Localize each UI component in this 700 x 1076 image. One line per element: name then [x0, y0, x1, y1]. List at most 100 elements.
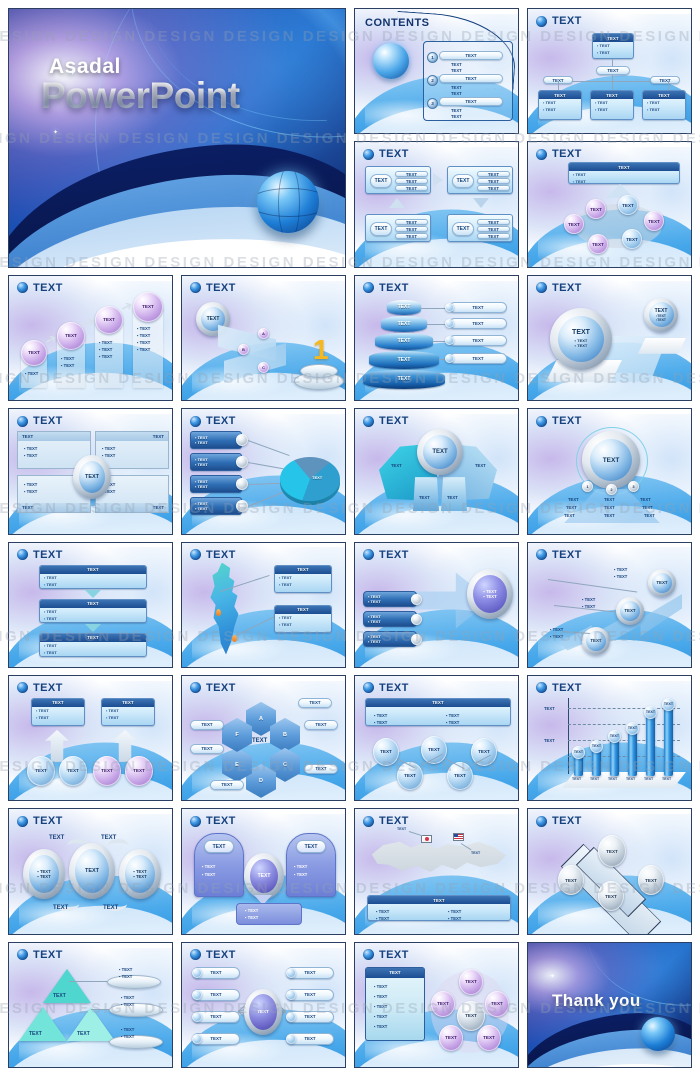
slide-hub-spokes[interactable]: TEXT TEXT TEXT TEXT TEXT TEXT TEXT TEXT …	[181, 941, 346, 1068]
slide-thank-you[interactable]: ✦ Thank you	[527, 941, 692, 1068]
cone-tier[interactable]: TEXT	[387, 299, 421, 315]
hex-label[interactable]: TEXT	[210, 779, 244, 790]
fan-segment-bottom-right[interactable]	[441, 477, 467, 512]
cone-callout[interactable]: TEXT	[449, 317, 507, 329]
quadrant-box[interactable]: TEXT TEXT TEXT TEXT	[447, 166, 513, 195]
slide-diamond-grid[interactable]: TEXT TEXT TEXT TEXT TEXT	[527, 808, 692, 935]
hex-label[interactable]: TEXT	[298, 697, 332, 708]
bottom-box[interactable]: ▪ TEXT ▪ TEXT	[236, 903, 302, 926]
hex-label[interactable]: TEXT	[190, 719, 224, 730]
diag-node[interactable]: TEXT	[616, 596, 644, 625]
slide-four-quadrant[interactable]: TEXT TEXT TEXT TEXT TEXT TEXT TEXT TEXT …	[354, 141, 519, 268]
quadrant-box[interactable]: TEXT TEXT TEXT TEXT	[365, 166, 431, 195]
upper-box[interactable]: TEXT TEXT TEXT	[31, 697, 85, 726]
list-row[interactable]: ▪ TEXT ▪ TEXT	[363, 610, 417, 627]
hex-label[interactable]: TEXT	[304, 719, 338, 730]
center-ring[interactable]: TEXT	[73, 455, 111, 500]
step-node[interactable]: TEXT	[57, 321, 85, 350]
org-node[interactable]: TEXT	[596, 66, 630, 75]
base-orb[interactable]: TEXT	[125, 755, 153, 786]
slide-stacked-cone[interactable]: TEXT TEXT TEXT TEXT TEXT TEXT TEXT TEXT …	[354, 274, 519, 402]
cone-tier[interactable]: TEXT	[375, 332, 433, 350]
slide-quad-boxes[interactable]: TEXT TEXT ▪ TEXT ▪ TEXT TEXT ▪ TEXT ▪ TE…	[8, 408, 173, 535]
slide-two-up-orbs[interactable]: TEXT TEXT TEXT TEXT TEXT TEXT TEXT TEXT …	[8, 674, 173, 802]
slide-three-rings[interactable]: TEXT TEXT TEXT ▪ TEXT ▪ TEXT TEXT ▪ TEXT ▪…	[8, 808, 173, 935]
slide-ring-columns[interactable]: TEXT TEXT 1 2 3 TEXT TEXT TEXT TEXT TEXT…	[527, 408, 692, 535]
pyramid-left[interactable]	[19, 1006, 67, 1041]
cone-tier[interactable]: TEXT	[369, 350, 439, 369]
base-orb[interactable]: TEXT	[93, 755, 121, 786]
disc-callout[interactable]	[107, 974, 161, 989]
map-callout-box[interactable]: TEXT TEXT TEXT	[274, 564, 332, 593]
slide-fan-segments[interactable]: TEXT TEXT TEXT TEXT TEXT TEXT	[354, 408, 519, 535]
pyramid-top[interactable]	[43, 968, 91, 1003]
contents-item-3[interactable]: TEXT	[439, 97, 503, 106]
step-badge[interactable]: 3	[628, 481, 639, 493]
banner-box[interactable]: TEXT ▪ TEXT ▪ TEXT ▪ TEXT ▪ TEXT	[365, 697, 511, 726]
base-orb[interactable]: TEXT	[59, 755, 87, 786]
petal-node[interactable]: TEXT	[485, 990, 509, 1017]
diag-node[interactable]: TEXT	[582, 626, 610, 655]
slide-orbit-circle[interactable]: TEXT TEXT TEXT TEXT TEXT TEXT TEXT TEXT …	[527, 141, 692, 268]
cone-tier[interactable]: TEXT	[363, 369, 445, 389]
result-ring[interactable]: ▪ TEXT ▪ TEXT	[467, 568, 513, 619]
contents-item-1[interactable]: TEXT	[439, 51, 503, 60]
slide-pyramid-discs[interactable]: TEXT TEXT TEXT TEXT ▪ TEXT ▪ TEXT ▪ TEXT…	[8, 941, 173, 1068]
pie-legend-row[interactable]: ▪ TEXT ▪ TEXT	[190, 453, 242, 472]
slide-stack-flow[interactable]: TEXT TEXT TEXT TEXT TEXT TEXT TEXT TEXT …	[8, 541, 173, 668]
quadrant-box[interactable]: TEXT TEXT TEXT TEXT	[365, 214, 431, 243]
node-orb[interactable]: TEXT	[421, 735, 447, 764]
petal-center[interactable]: TEXT	[457, 1000, 485, 1031]
slide-step-stairs[interactable]: TEXT TEXT ▪ TEXT TEXT ▪ TEXT ▪ TEXT TEXT…	[8, 274, 173, 402]
center-node[interactable]: TEXT	[244, 853, 284, 900]
slide-two-panels[interactable]: TEXT TEXT ▪ TEXT ▪ TEXT TEXT ▪ TEXT ▪ TE…	[181, 808, 346, 935]
ring-right[interactable]: ▪ TEXT ▪ TEXT	[119, 849, 161, 900]
podium-small-ring[interactable]: TEXT ▪TEXT ▪TEXT	[644, 297, 678, 332]
upper-box[interactable]: TEXT TEXT TEXT	[101, 697, 155, 726]
slide-org-chart[interactable]: TEXT TEXT TEXT TEXT TEXT TEXT TEXT TEXT …	[527, 8, 692, 135]
cone-callout[interactable]: TEXT	[449, 301, 507, 313]
fan-center-ring[interactable]: TEXT	[417, 429, 463, 476]
diamond-node-left[interactable]: TEXT	[558, 865, 584, 896]
petal-node[interactable]: TEXT	[459, 968, 483, 995]
list-row[interactable]: ▪ TEXT ▪ TEXT	[363, 630, 417, 647]
disc-callout[interactable]	[109, 1002, 163, 1017]
slide-banner-nodes[interactable]: TEXT TEXT ▪ TEXT ▪ TEXT ▪ TEXT ▪ TEXT TE…	[354, 674, 519, 802]
list-panel[interactable]: TEXT ▪ TEXT ▪ TEXT ▪ TEXT ▪ TEXT ▪ TEXT	[365, 966, 425, 1041]
slide-title[interactable]: ✦ ✦ Asadal PowerPoint	[8, 8, 346, 268]
hex-label[interactable]: TEXT	[190, 743, 224, 754]
slide-bar-chart[interactable]: TEXT TEXT TEXT TEXT TEXT TEXT TEXT TEXT …	[527, 674, 692, 802]
diamond-node-top[interactable]: TEXT	[598, 835, 626, 868]
org-leaf-box[interactable]: TEXT TEXT TEXT	[538, 90, 582, 120]
pie-legend-row[interactable]: ▪ TEXT ▪ TEXT	[190, 475, 242, 494]
diamond-node-right[interactable]: TEXT	[638, 865, 664, 896]
ring-center[interactable]: TEXT	[69, 843, 115, 900]
node-orb[interactable]: TEXT	[373, 737, 399, 766]
podium-main-ring[interactable]: TEXT ▪ TEXT ▪ TEXT	[550, 307, 612, 370]
slide-hex-cluster[interactable]: TEXT A B C D E F TEXT TEXT TEXT TEXT TEX…	[181, 674, 346, 802]
flow-box[interactable]: TEXT TEXT TEXT	[39, 598, 147, 623]
path-node-a[interactable]: A	[258, 327, 269, 339]
world-info-box[interactable]: TEXT ▪ TEXT ▪ TEXT ▪ TEXT ▪ TEXT	[367, 895, 511, 922]
org-root-box[interactable]: TEXT TEXT TEXT	[592, 33, 634, 59]
fan-segment-bottom-left[interactable]	[413, 477, 439, 512]
list-row[interactable]: ▪ TEXT ▪ TEXT	[363, 590, 417, 607]
pie-legend-row[interactable]: ▪ TEXT ▪ TEXT	[190, 497, 242, 516]
step-node[interactable]: TEXT	[95, 305, 123, 334]
slide-zigzag-path[interactable]: TEXT TEXT A B C 1	[181, 274, 346, 402]
cone-callout[interactable]: TEXT	[449, 334, 507, 346]
petal-node[interactable]: TEXT	[477, 1024, 501, 1051]
quadrant-box[interactable]: TEXT TEXT TEXT TEXT	[447, 214, 513, 243]
summary-box[interactable]: TEXT TEXT TEXT	[568, 162, 680, 185]
flow-box[interactable]: TEXT TEXT TEXT	[39, 632, 147, 657]
hub-center[interactable]: TEXT	[244, 988, 282, 1035]
panel-left[interactable]: TEXT ▪ TEXT ▪ TEXT	[194, 833, 244, 898]
slide-ring-podium[interactable]: TEXT TEXT ▪ TEXT ▪ TEXT TEXT ▪TEXT ▪TEXT	[527, 274, 692, 402]
flag-us-icon[interactable]	[453, 833, 464, 842]
cone-tier[interactable]: TEXT	[381, 315, 427, 332]
path-node-b[interactable]: B	[238, 343, 249, 355]
slide-panel-petals[interactable]: TEXT TEXT ▪ TEXT ▪ TEXT ▪ TEXT ▪ TEXT ▪ …	[354, 941, 519, 1068]
step-node[interactable]: TEXT	[133, 291, 163, 322]
org-leaf-box[interactable]: TEXT TEXT TEXT	[642, 90, 686, 120]
disc-callout[interactable]	[109, 1034, 163, 1049]
